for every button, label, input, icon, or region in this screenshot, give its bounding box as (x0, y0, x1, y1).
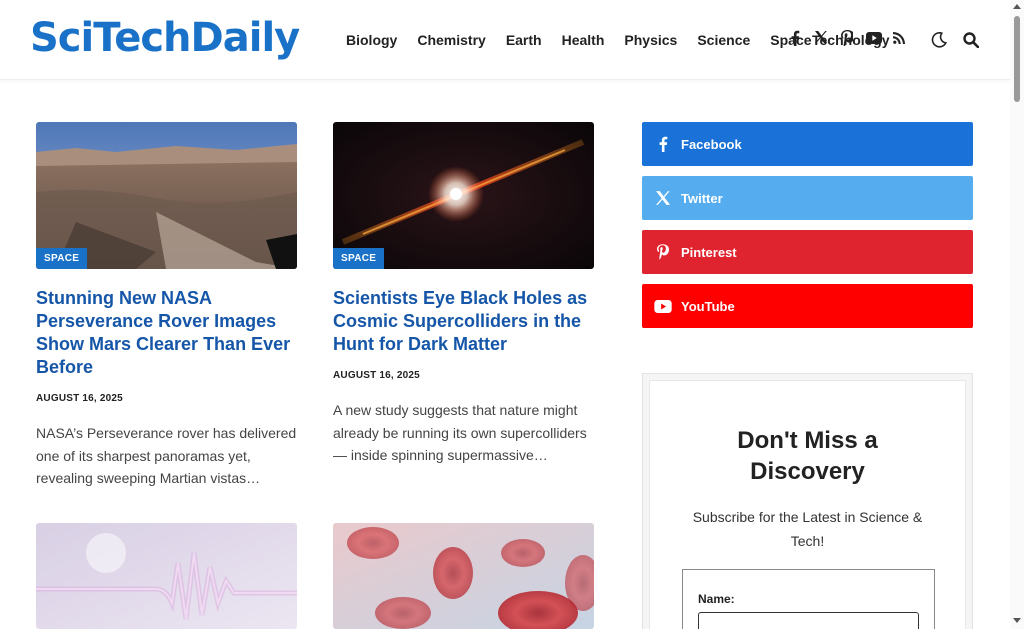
sidebar-twitter-button[interactable]: Twitter (642, 176, 973, 220)
name-input[interactable] (698, 612, 919, 629)
article-date: AUGUST 16, 2025 (333, 370, 420, 381)
sidebar-facebook-label: Facebook (681, 136, 742, 152)
nav-item-chemistry[interactable]: Chemistry (417, 30, 485, 50)
scrollbar-thumb[interactable] (1014, 16, 1020, 102)
sidebar-youtube-button[interactable]: YouTube (642, 284, 973, 328)
article-excerpt: NASA’s Perseverance rover has delivered … (36, 425, 297, 486)
facebook-icon[interactable] (788, 30, 802, 48)
article-card[interactable] (333, 523, 594, 629)
black-hole-jet-image (333, 122, 594, 269)
article-thumbnail-mars[interactable]: SPACE (36, 122, 297, 269)
newsletter-heading: Don't Miss a Discovery (737, 427, 878, 485)
nav-item-earth[interactable]: Earth (506, 30, 542, 50)
page-scrollbar[interactable] (1010, 0, 1024, 629)
nav-item-health[interactable]: Health (562, 30, 605, 50)
moon-icon[interactable] (930, 30, 948, 50)
mars-landscape-image (36, 122, 297, 269)
sidebar-pinterest-button[interactable]: Pinterest (642, 230, 973, 274)
article-title[interactable]: Scientists Eye Black Holes as Cosmic Sup… (333, 287, 594, 356)
rss-icon[interactable] (892, 30, 906, 48)
sidebar-twitter-label: Twitter (681, 190, 723, 206)
pinterest-icon[interactable] (840, 30, 855, 48)
category-badge[interactable]: SPACE (36, 248, 88, 269)
light-wave-image (36, 523, 297, 629)
newsletter-inner: Don't Miss a Discovery Subscribe for the… (649, 380, 966, 629)
youtube-icon[interactable] (866, 30, 882, 48)
logo-text-daily: Daily (190, 15, 301, 61)
scroll-up-arrow[interactable] (1013, 4, 1021, 9)
header-social-links (788, 30, 906, 48)
blood-cells-image (333, 523, 594, 629)
scroll-down-arrow[interactable] (1013, 618, 1021, 623)
site-logo[interactable]: SciTechDaily (30, 14, 301, 62)
logo-text-sci: Sci (30, 15, 94, 61)
newsletter-text: Subscribe for the Latest in Science & Te… (692, 509, 923, 549)
x-twitter-icon[interactable] (814, 30, 828, 48)
article-excerpt: A new study suggests that nature might a… (333, 402, 587, 463)
x-twitter-icon (654, 189, 672, 207)
article-thumbnail-blood-cells[interactable] (333, 523, 594, 629)
sidebar-pinterest-label: Pinterest (681, 244, 737, 260)
sidebar-facebook-button[interactable]: Facebook (642, 122, 973, 166)
article-card[interactable]: SPACE Stunning New NASA Perseverance Rov… (36, 122, 297, 490)
pinterest-icon (654, 243, 672, 261)
youtube-icon (654, 297, 672, 315)
logo-text-tech: Tech (93, 15, 191, 61)
newsletter-form: Name: (682, 569, 935, 629)
article-thumbnail-black-hole[interactable]: SPACE (333, 122, 594, 269)
category-badge[interactable]: SPACE (333, 248, 385, 269)
article-thumbnail-wave[interactable] (36, 523, 297, 629)
newsletter-widget: Don't Miss a Discovery Subscribe for the… (642, 373, 973, 629)
nav-item-physics[interactable]: Physics (624, 30, 677, 50)
sidebar-youtube-label: YouTube (681, 298, 735, 314)
article-card[interactable] (36, 523, 297, 629)
nav-item-biology[interactable]: Biology (346, 30, 397, 50)
nav-item-science[interactable]: Science (697, 30, 750, 50)
facebook-icon (654, 135, 672, 153)
article-date: AUGUST 16, 2025 (36, 393, 123, 404)
name-label: Name: (698, 592, 735, 606)
article-card[interactable]: SPACE Scientists Eye Black Holes as Cosm… (333, 122, 594, 467)
site-header: SciTechDaily Biology Chemistry Earth Hea… (0, 0, 1010, 80)
search-icon[interactable] (962, 30, 980, 50)
article-title[interactable]: Stunning New NASA Perseverance Rover Ima… (36, 287, 297, 379)
main-nav: Biology Chemistry Earth Health Physics S… (346, 30, 890, 50)
